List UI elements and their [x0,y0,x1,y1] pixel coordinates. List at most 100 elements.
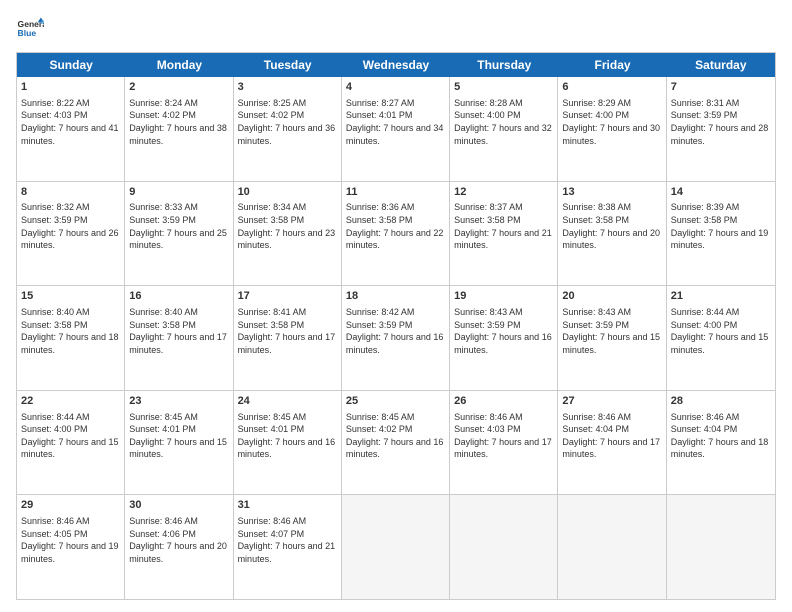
day-number: 6 [562,80,661,95]
day-number: 4 [346,80,445,95]
cell-info: Sunrise: 8:31 AMSunset: 3:59 PMDaylight:… [671,97,771,147]
day-cell-26: 26Sunrise: 8:46 AMSunset: 4:03 PMDayligh… [450,391,558,495]
cell-info: Sunrise: 8:42 AMSunset: 3:59 PMDaylight:… [346,306,445,356]
day-cell-24: 24 Sunrise: 8:45 AMSunset: 4:01 PMDayligh… [234,391,342,495]
cell-info: Sunrise: 8:45 AMSunset: 4:01 PMDaylight:… [129,411,228,461]
week-row-4: 29 Sunrise: 8:46 AMSunset: 4:05 PMDayligh… [17,495,775,599]
cell-info: Sunrise: 8:43 AMSunset: 3:59 PMDaylight:… [562,306,661,356]
cell-info: Sunrise: 8:38 AMSunset: 3:58 PMDaylight:… [562,201,661,251]
cell-info: Sunrise: 8:34 AMSunset: 3:58 PMDaylight:… [238,201,337,251]
day-number: 5 [454,80,553,95]
cell-info: Sunrise: 8:36 AMSunset: 3:58 PMDaylight:… [346,201,445,251]
logo-icon: General Blue [16,16,44,44]
day-header-saturday: Saturday [667,53,775,77]
cell-info: Sunrise: 8:46 AMSunset: 4:06 PMDaylight:… [129,515,228,565]
cell-info: Sunrise: 8:29 AMSunset: 4:00 PMDaylight:… [562,97,661,147]
week-row-1: 8Sunrise: 8:32 AMSunset: 3:59 PMDaylight… [17,182,775,287]
day-number: 24 [238,394,337,409]
day-header-wednesday: Wednesday [342,53,450,77]
page: General Blue SundayMondayTuesdayWednesda… [0,0,792,612]
day-cell-25: 25Sunrise: 8:45 AMSunset: 4:02 PMDayligh… [342,391,450,495]
empty-cell [558,495,666,599]
day-header-monday: Monday [125,53,233,77]
week-row-0: 1Sunrise: 8:22 AMSunset: 4:03 PMDaylight… [17,77,775,182]
day-cell-8: 8Sunrise: 8:32 AMSunset: 3:59 PMDaylight… [17,182,125,286]
day-number: 25 [346,394,445,409]
svg-text:Blue: Blue [18,28,37,38]
day-cell-10: 10Sunrise: 8:34 AMSunset: 3:58 PMDayligh… [234,182,342,286]
day-number: 3 [238,80,337,95]
cell-info: Sunrise: 8:46 AMSunset: 4:05 PMDaylight:… [21,515,120,565]
day-number: 23 [129,394,228,409]
day-number: 9 [129,185,228,200]
day-number: 27 [562,394,661,409]
day-number: 29 [21,498,120,513]
cell-info: Sunrise: 8:45 AMSunset: 4:01 PMDaylight:… [238,411,337,461]
day-cell-23: 23 Sunrise: 8:45 AMSunset: 4:01 PMDayligh… [125,391,233,495]
day-number: 16 [129,289,228,304]
day-cell-14: 14Sunrise: 8:39 AMSunset: 3:58 PMDayligh… [667,182,775,286]
cell-info: Sunrise: 8:46 AMSunset: 4:04 PMDaylight:… [671,411,771,461]
day-number: 10 [238,185,337,200]
day-header-tuesday: Tuesday [234,53,342,77]
day-number: 17 [238,289,337,304]
day-number: 30 [129,498,228,513]
cell-info: Sunrise: 8:44 AMSunset: 4:00 PMDaylight:… [671,306,771,356]
cell-info: Sunrise: 8:40 AMSunset: 3:58 PMDaylight:… [129,306,228,356]
day-cell-16: 16 Sunrise: 8:40 AMSunset: 3:58 PMDayligh… [125,286,233,390]
day-cell-2: 2Sunrise: 8:24 AMSunset: 4:02 PMDaylight… [125,77,233,181]
cell-info: Sunrise: 8:46 AMSunset: 4:03 PMDaylight:… [454,411,553,461]
day-number: 20 [562,289,661,304]
day-cell-13: 13Sunrise: 8:38 AMSunset: 3:58 PMDayligh… [558,182,666,286]
day-cell-11: 11Sunrise: 8:36 AMSunset: 3:58 PMDayligh… [342,182,450,286]
day-number: 22 [21,394,120,409]
calendar-body: 1Sunrise: 8:22 AMSunset: 4:03 PMDaylight… [17,77,775,599]
day-cell-21: 21 Sunrise: 8:44 AMSunset: 4:00 PMDayligh… [667,286,775,390]
day-number: 7 [671,80,771,95]
day-number: 31 [238,498,337,513]
day-number: 28 [671,394,771,409]
calendar-header: SundayMondayTuesdayWednesdayThursdayFrid… [17,53,775,77]
day-cell-7: 7 Sunrise: 8:31 AMSunset: 3:59 PMDaylight… [667,77,775,181]
week-row-2: 15Sunrise: 8:40 AMSunset: 3:58 PMDayligh… [17,286,775,391]
cell-info: Sunrise: 8:40 AMSunset: 3:58 PMDaylight:… [21,306,120,356]
header: General Blue [16,16,776,44]
day-number: 19 [454,289,553,304]
cell-info: Sunrise: 8:37 AMSunset: 3:58 PMDaylight:… [454,201,553,251]
empty-cell [450,495,558,599]
day-cell-1: 1Sunrise: 8:22 AMSunset: 4:03 PMDaylight… [17,77,125,181]
cell-info: Sunrise: 8:46 AMSunset: 4:04 PMDaylight:… [562,411,661,461]
day-number: 12 [454,185,553,200]
cell-info: Sunrise: 8:44 AMSunset: 4:00 PMDaylight:… [21,411,120,461]
calendar: SundayMondayTuesdayWednesdayThursdayFrid… [16,52,776,600]
cell-info: Sunrise: 8:33 AMSunset: 3:59 PMDaylight:… [129,201,228,251]
day-number: 8 [21,185,120,200]
day-cell-22: 22 Sunrise: 8:44 AMSunset: 4:00 PMDayligh… [17,391,125,495]
day-header-sunday: Sunday [17,53,125,77]
day-cell-4: 4Sunrise: 8:27 AMSunset: 4:01 PMDaylight… [342,77,450,181]
day-number: 14 [671,185,771,200]
week-row-3: 22 Sunrise: 8:44 AMSunset: 4:00 PMDayligh… [17,391,775,496]
day-cell-6: 6 Sunrise: 8:29 AMSunset: 4:00 PMDaylight… [558,77,666,181]
day-number: 11 [346,185,445,200]
day-cell-12: 12Sunrise: 8:37 AMSunset: 3:58 PMDayligh… [450,182,558,286]
cell-info: Sunrise: 8:24 AMSunset: 4:02 PMDaylight:… [129,97,228,147]
cell-info: Sunrise: 8:43 AMSunset: 3:59 PMDaylight:… [454,306,553,356]
day-cell-9: 9Sunrise: 8:33 AMSunset: 3:59 PMDaylight… [125,182,233,286]
day-number: 13 [562,185,661,200]
cell-info: Sunrise: 8:25 AMSunset: 4:02 PMDaylight:… [238,97,337,147]
day-cell-28: 28 Sunrise: 8:46 AMSunset: 4:04 PMDayligh… [667,391,775,495]
logo: General Blue [16,16,44,44]
day-number: 21 [671,289,771,304]
day-cell-17: 17Sunrise: 8:41 AMSunset: 3:58 PMDayligh… [234,286,342,390]
day-cell-19: 19 Sunrise: 8:43 AMSunset: 3:59 PMDayligh… [450,286,558,390]
day-cell-30: 30 Sunrise: 8:46 AMSunset: 4:06 PMDayligh… [125,495,233,599]
day-cell-18: 18Sunrise: 8:42 AMSunset: 3:59 PMDayligh… [342,286,450,390]
day-cell-15: 15Sunrise: 8:40 AMSunset: 3:58 PMDayligh… [17,286,125,390]
empty-cell [667,495,775,599]
day-cell-29: 29 Sunrise: 8:46 AMSunset: 4:05 PMDayligh… [17,495,125,599]
day-cell-3: 3 Sunrise: 8:25 AMSunset: 4:02 PMDaylight… [234,77,342,181]
cell-info: Sunrise: 8:32 AMSunset: 3:59 PMDaylight:… [21,201,120,251]
day-cell-5: 5Sunrise: 8:28 AMSunset: 4:00 PMDaylight… [450,77,558,181]
day-cell-27: 27 Sunrise: 8:46 AMSunset: 4:04 PMDayligh… [558,391,666,495]
